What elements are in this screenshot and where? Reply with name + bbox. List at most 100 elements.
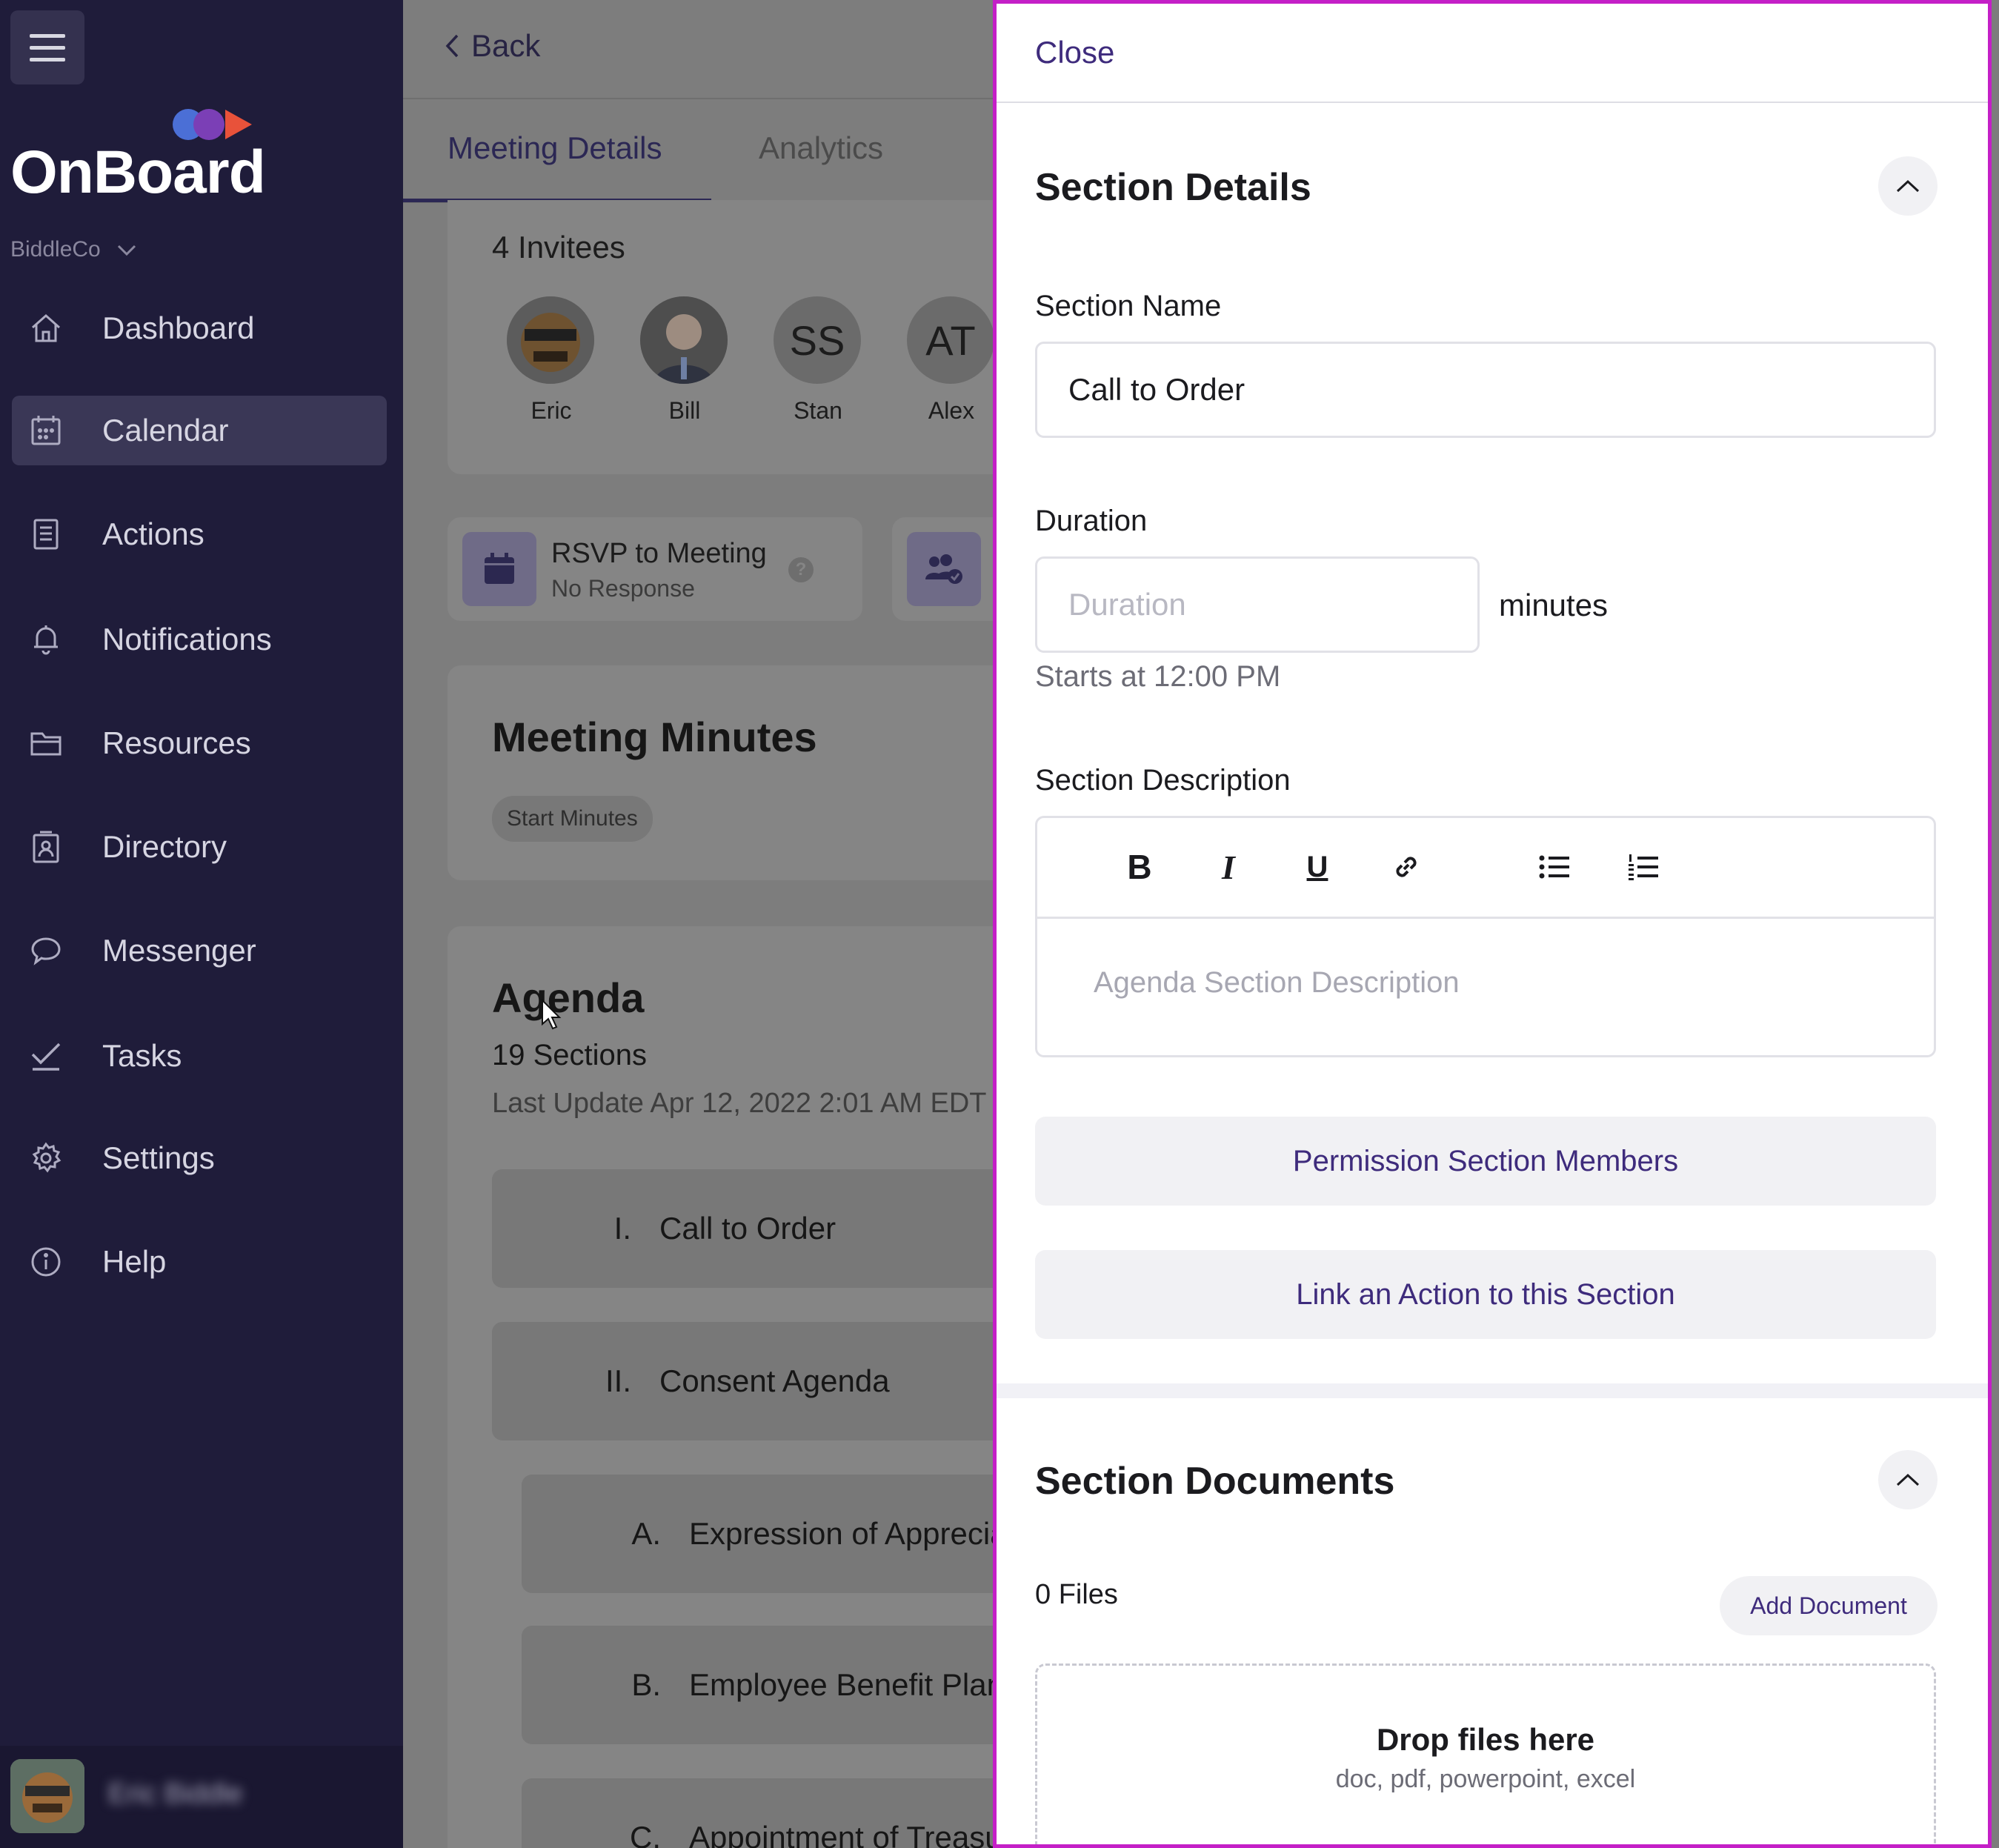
top-bar: Back	[403, 0, 996, 99]
agenda-title: Agenda	[492, 974, 645, 1021]
section-name-label: Section Name	[1035, 290, 1222, 322]
agenda-section-count: 19 Sections	[492, 1039, 648, 1071]
agenda-item-label: Consent Agenda	[659, 1363, 890, 1398]
section-name-input[interactable]: Call to Order	[1035, 342, 1936, 438]
sidebar-item-help[interactable]: Help	[12, 1227, 387, 1297]
check-icon	[28, 1038, 64, 1074]
agenda-card: Agenda 19 Sections Last Update Apr 12, 2…	[448, 926, 996, 1848]
sidebar-item-label: Calendar	[102, 413, 229, 448]
sidebar-item-label: Help	[102, 1244, 167, 1279]
menu-icon[interactable]	[10, 10, 84, 84]
sidebar: OnBoard BiddleCo Dashboard Calendar Acti…	[0, 0, 403, 1848]
italic-button[interactable]: I	[1208, 846, 1249, 888]
sidebar-item-settings[interactable]: Settings	[12, 1123, 387, 1193]
minutes-title: Meeting Minutes	[492, 714, 817, 760]
bullet-list-button[interactable]	[1534, 846, 1575, 888]
dropzone-title: Drop files here	[1376, 1722, 1595, 1757]
invitee[interactable]: AT Alex	[907, 296, 996, 425]
duration-input[interactable]: Duration	[1035, 556, 1480, 653]
invitee[interactable]: SS Stan	[774, 296, 862, 425]
sidebar-item-resources[interactable]: Resources	[12, 708, 387, 778]
clipboard-icon	[28, 516, 64, 552]
invitee-name: Stan	[794, 397, 842, 424]
sidebar-item-directory[interactable]: Directory	[12, 812, 387, 882]
rsvp-card[interactable]: RSVP to Meeting No Response ?	[448, 517, 862, 621]
chevron-down-icon	[118, 245, 136, 256]
meeting-minutes-card: Meeting Minutes Start Minutes	[448, 665, 996, 880]
org-name: BiddleCo	[10, 237, 101, 262]
sidebar-item-label: Tasks	[102, 1038, 182, 1073]
sidebar-item-label: Notifications	[102, 622, 272, 657]
collapse-section-documents-button[interactable]	[1878, 1450, 1938, 1509]
avatar: SS	[774, 296, 861, 384]
bold-button[interactable]: B	[1119, 846, 1160, 888]
avatar	[640, 296, 728, 384]
agenda-item-number: A.	[631, 1516, 661, 1551]
calendar-icon	[462, 532, 536, 606]
rsvp-title: RSVP to Meeting	[551, 538, 767, 569]
sidebar-item-label: Directory	[102, 829, 227, 864]
agenda-item-label: Appointment of Treasurer	[689, 1820, 996, 1848]
sidebar-item-dashboard[interactable]: Dashboard	[12, 293, 387, 363]
tab-analytics[interactable]: Analytics	[759, 130, 883, 166]
chevron-left-icon	[445, 34, 459, 58]
agenda-item-number: II.	[605, 1363, 631, 1398]
description-editor[interactable]: B I U Agenda Section Description	[1035, 816, 1936, 1057]
invitees-card: 4 Invitees Eric Bill SS Stan AT Alex	[448, 200, 996, 474]
contact-book-icon	[28, 829, 64, 865]
sidebar-item-calendar[interactable]: Calendar	[12, 396, 387, 465]
editor-toolbar: B I U	[1037, 818, 1934, 919]
bullet-list-icon	[1539, 855, 1569, 879]
section-documents-title: Section Documents	[1035, 1460, 1395, 1503]
agenda-last-update: Last Update Apr 12, 2022 2:01 AM EDT	[492, 1088, 987, 1119]
add-document-button[interactable]: Add Document	[1720, 1576, 1938, 1635]
sidebar-item-label: Dashboard	[102, 310, 255, 345]
sidebar-item-notifications[interactable]: Notifications	[12, 605, 387, 674]
mouse-cursor-icon	[542, 999, 562, 1030]
section-description-label: Section Description	[1035, 764, 1291, 797]
sidebar-item-label: Messenger	[102, 933, 256, 968]
agenda-item[interactable]: A. Expression of Appreciation	[522, 1475, 996, 1593]
attendance-card[interactable]	[892, 517, 996, 621]
numbered-list-button[interactable]	[1623, 846, 1664, 888]
rsvp-status: No Response	[551, 575, 695, 602]
collapse-section-details-button[interactable]	[1878, 156, 1938, 216]
tab-meeting-details[interactable]: Meeting Details	[448, 130, 662, 166]
permission-section-members-button[interactable]: Permission Section Members	[1035, 1117, 1936, 1206]
duration-unit: minutes	[1499, 588, 1609, 622]
agenda-item[interactable]: C. Appointment of Treasurer	[522, 1778, 996, 1848]
link-icon	[1396, 857, 1417, 877]
files-count: 0 Files	[1035, 1579, 1118, 1610]
sidebar-item-actions[interactable]: Actions	[12, 499, 387, 569]
invitee-name: Bill	[668, 397, 701, 424]
group-check-icon	[907, 532, 981, 606]
sidebar-item-label: Settings	[102, 1140, 215, 1175]
link-action-button[interactable]: Link an Action to this Section	[1035, 1250, 1936, 1339]
avatar	[10, 1759, 84, 1833]
bell-icon	[28, 622, 64, 657]
agenda-item[interactable]: B. Employee Benefit Plan	[522, 1626, 996, 1744]
tab-bar: Meeting Details Analytics	[403, 101, 996, 203]
invitee[interactable]: Bill	[640, 296, 729, 425]
logo[interactable]: OnBoard	[10, 138, 266, 207]
agenda-item[interactable]: I. Call to Order	[492, 1169, 996, 1288]
sidebar-item-tasks[interactable]: Tasks	[12, 1021, 387, 1091]
user-profile[interactable]: Eric Biddle	[0, 1746, 403, 1848]
agenda-item-label: Call to Order	[659, 1211, 836, 1246]
back-button[interactable]: Back	[445, 28, 540, 64]
agenda-item-label: Employee Benefit Plan	[689, 1667, 996, 1702]
numbered-list-icon	[1629, 854, 1658, 880]
sidebar-item-messenger[interactable]: Messenger	[12, 916, 387, 986]
start-minutes-button[interactable]: Start Minutes	[492, 796, 653, 842]
folder-icon	[28, 725, 64, 761]
underline-button[interactable]: U	[1297, 846, 1338, 888]
help-icon[interactable]: ?	[788, 557, 814, 582]
close-button[interactable]: Close	[1035, 35, 1114, 70]
agenda-item[interactable]: II. Consent Agenda	[492, 1322, 996, 1440]
file-dropzone[interactable]: Drop files here doc, pdf, powerpoint, ex…	[1035, 1663, 1936, 1844]
section-divider	[997, 1383, 1988, 1398]
link-button[interactable]	[1386, 846, 1427, 888]
invitee[interactable]: Eric	[507, 296, 596, 425]
org-switcher[interactable]: BiddleCo	[10, 237, 136, 262]
info-icon	[28, 1244, 64, 1280]
